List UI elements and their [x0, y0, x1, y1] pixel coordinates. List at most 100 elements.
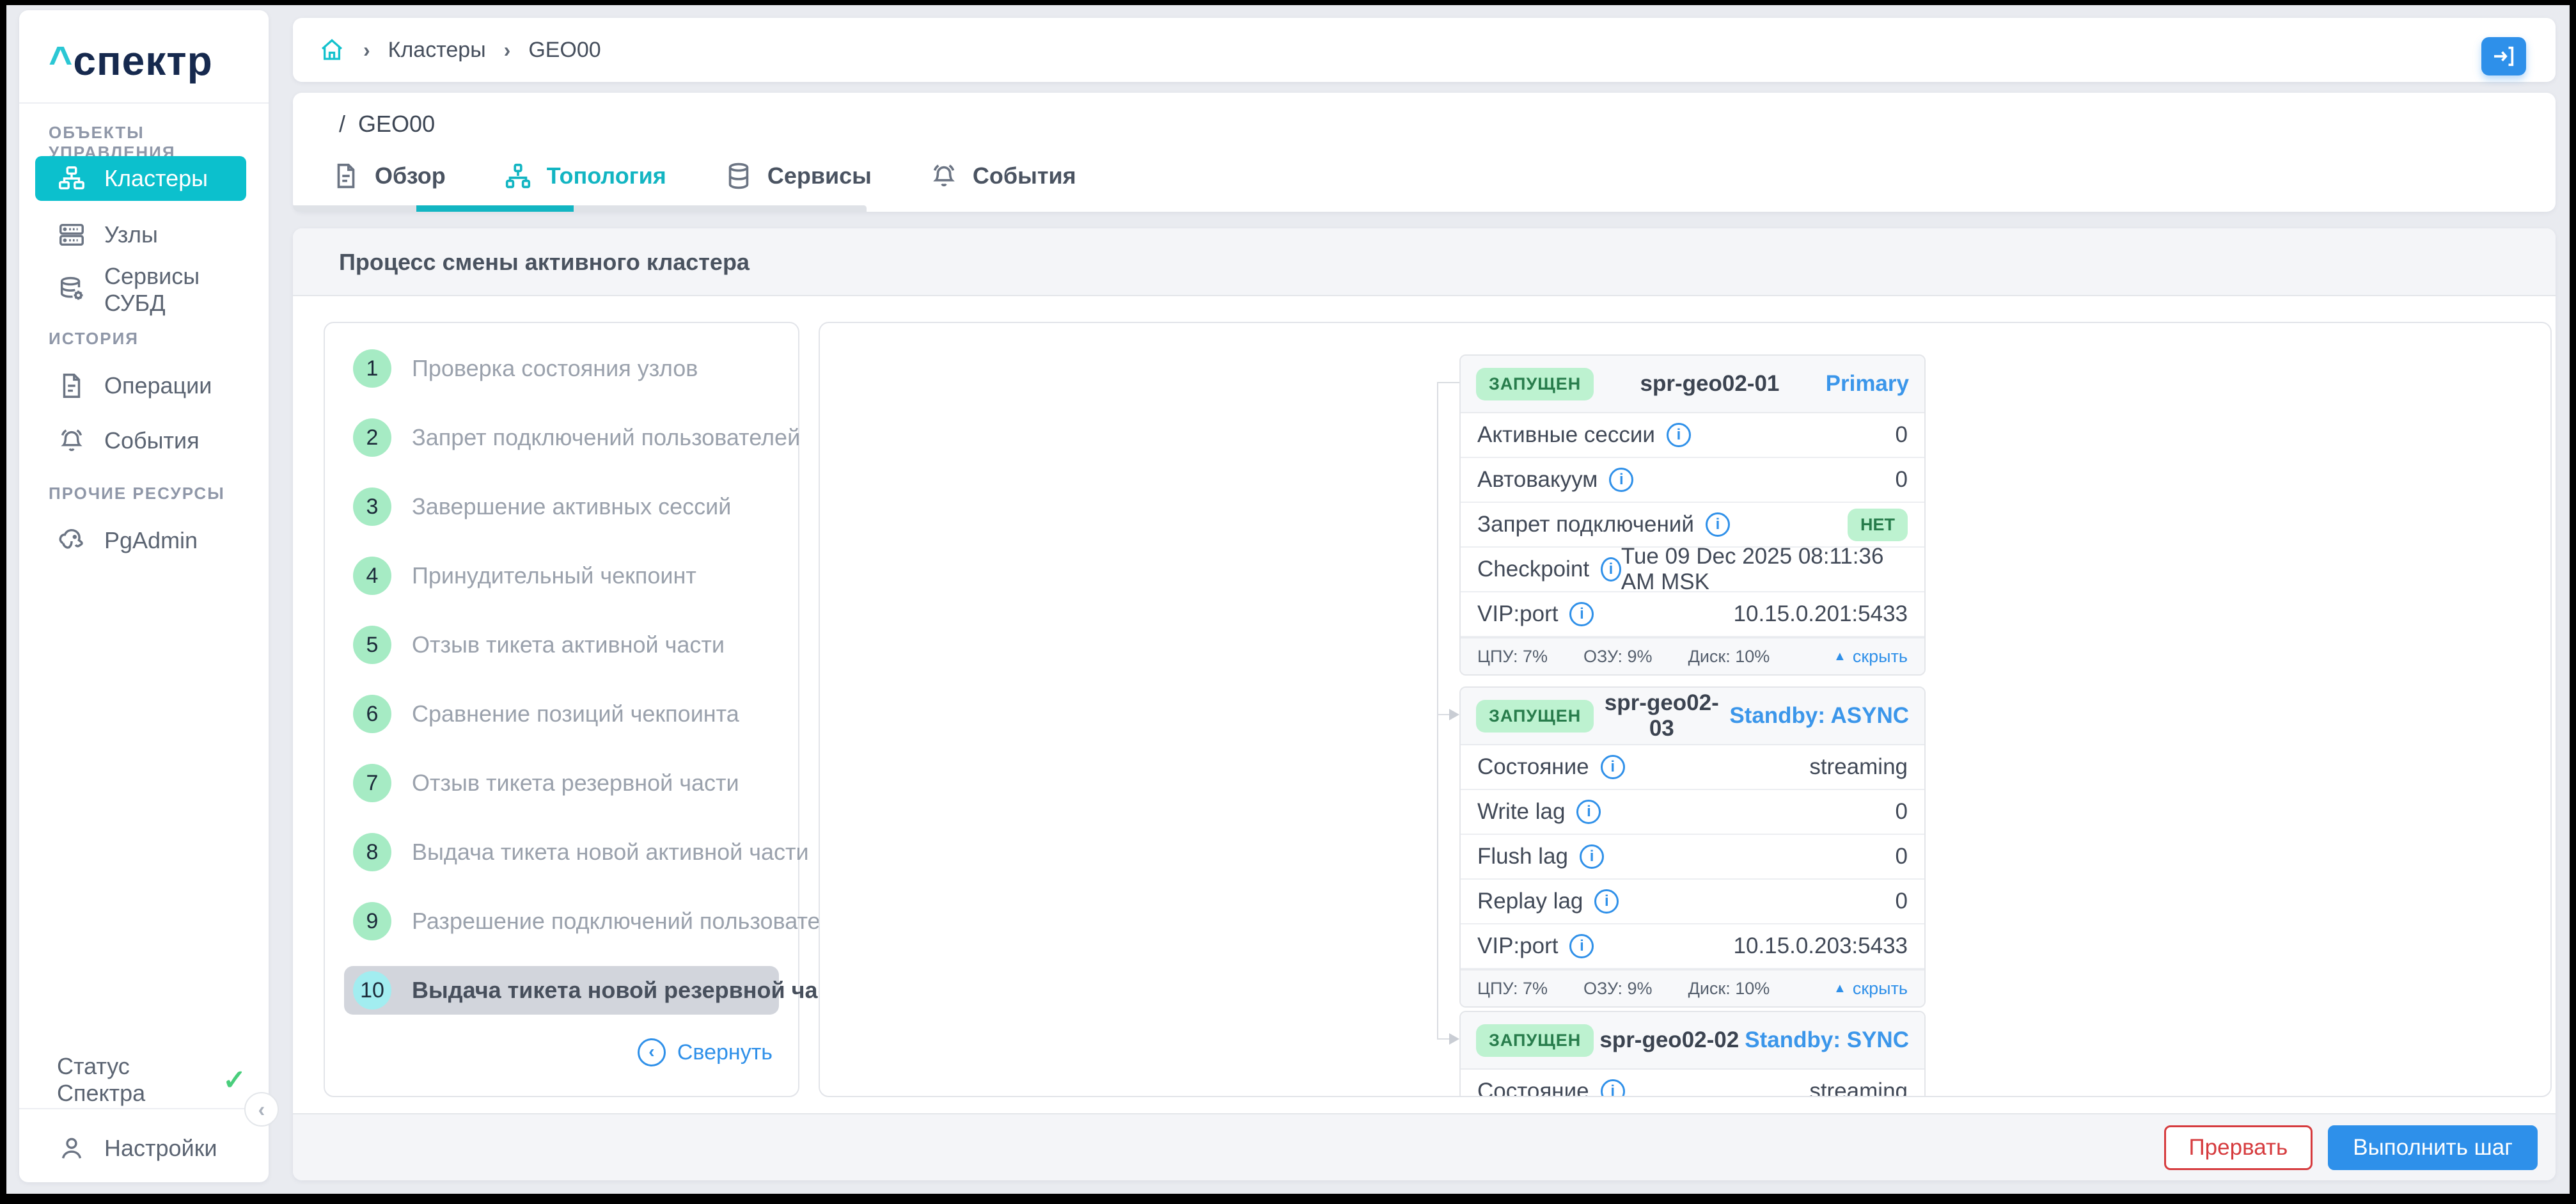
metric-row: Write lag i 0	[1461, 790, 1924, 835]
tab-events[interactable]: События	[929, 161, 1076, 191]
chevron-right-icon: ›	[504, 38, 511, 62]
tab-bar: Обзор Топология Сервисы События	[331, 155, 1076, 196]
cpu-stat: ЦПУ: 7%	[1477, 647, 1548, 667]
tab-label: Обзор	[375, 162, 446, 189]
title-cluster-name: GEO00	[358, 111, 435, 137]
node-card-standby-sync: ЗАПУЩЕН spr-geo02-02 Standby: SYNC Состо…	[1459, 1011, 1926, 1097]
step-label: Сравнение позиций чекпоинта	[412, 701, 739, 727]
status-badge: ЗАПУЩЕН	[1476, 700, 1594, 733]
info-icon[interactable]: i	[1667, 423, 1691, 447]
sidebar-item-operations[interactable]: Операции	[35, 363, 246, 408]
metric-value: 0	[1896, 467, 1908, 493]
tab-label: События	[973, 162, 1076, 189]
chevron-right-icon: ›	[363, 38, 370, 62]
tab-topology[interactable]: Топология	[503, 161, 666, 191]
node-name: spr-geo02-01	[1594, 371, 1825, 397]
page-title: / GEO00	[339, 111, 435, 138]
hide-details-link[interactable]: ▲скрыть	[1834, 979, 1908, 999]
sidebar-item-nodes[interactable]: Узлы	[35, 212, 246, 257]
info-icon[interactable]: i	[1601, 1079, 1625, 1097]
abort-button[interactable]: Прервать	[2164, 1125, 2313, 1170]
metric-label: Write lag	[1477, 799, 1565, 825]
step-number: 3	[353, 487, 391, 526]
status-badge: ЗАПУЩЕН	[1476, 368, 1594, 400]
document-icon	[57, 371, 86, 400]
info-icon[interactable]: i	[1569, 934, 1594, 958]
sidebar-item-db-services[interactable]: Сервисы СУБД	[35, 267, 246, 312]
database-gear-icon	[57, 275, 86, 305]
info-icon[interactable]: i	[1580, 844, 1604, 869]
collapse-label: Свернуть	[677, 1040, 773, 1065]
sidebar-item-pgadmin[interactable]: PgAdmin	[35, 518, 246, 563]
login-button[interactable]	[2481, 37, 2526, 75]
sidebar-section-other: ПРОЧИЕ РЕСУРСЫ	[49, 484, 225, 503]
info-icon[interactable]: i	[1569, 602, 1594, 626]
node-footer: ЦПУ: 7% ОЗУ: 9% Диск: 10% ▲скрыть	[1461, 637, 1924, 674]
sidebar-item-clusters[interactable]: Кластеры	[35, 156, 246, 201]
server-icon	[57, 220, 86, 250]
node-role-link[interactable]: Standby: SYNC	[1745, 1027, 1909, 1053]
cluster-header-card: / GEO00 Обзор Топология Сервисы	[293, 93, 2556, 212]
process-step-9: 9Разрешение подключений пользователей	[344, 897, 779, 946]
execute-step-button[interactable]: Выполнить шаг	[2328, 1125, 2538, 1170]
node-role-link[interactable]: Primary	[1826, 371, 1909, 397]
sidebar-item-settings[interactable]: Настройки	[35, 1126, 246, 1171]
breadcrumb-clusters[interactable]: Кластеры	[388, 38, 486, 63]
tab-overview[interactable]: Обзор	[331, 161, 446, 191]
disk-stat: Диск: 10%	[1688, 647, 1770, 667]
info-icon[interactable]: i	[1706, 512, 1730, 537]
triangle-up-icon: ▲	[1834, 649, 1846, 664]
metric-row: Состояниеistreaming	[1461, 1070, 1924, 1097]
step-label: Запрет подключений пользователей	[412, 424, 800, 451]
info-icon[interactable]: i	[1601, 557, 1621, 582]
screen: ^спектр ОБЪЕКТЫ УПРАВЛЕНИЯ Кластеры Узлы…	[0, 0, 2576, 1204]
metric-label: Запрет подключений	[1477, 512, 1694, 537]
sidebar: ^спектр ОБЪЕКТЫ УПРАВЛЕНИЯ Кластеры Узлы…	[19, 10, 269, 1182]
process-steps-panel: 1Проверка состояния узлов 2Запрет подклю…	[324, 322, 799, 1097]
sidebar-divider	[19, 102, 269, 104]
logo-text: спектр	[73, 38, 212, 84]
tab-label: Сервисы	[767, 162, 872, 189]
step-number: 8	[353, 833, 391, 871]
process-step-5: 5Отзыв тикета активной части	[344, 621, 779, 669]
logo-caret-icon: ^	[49, 38, 73, 84]
info-icon[interactable]: i	[1601, 755, 1625, 779]
elephant-icon	[57, 526, 86, 555]
hide-details-link[interactable]: ▲скрыть	[1834, 647, 1908, 667]
action-footer: Прервать Выполнить шаг	[293, 1113, 2556, 1180]
node-name: spr-geo02-03	[1594, 690, 1729, 741]
step-number: 4	[353, 557, 391, 595]
tab-services[interactable]: Сервисы	[724, 161, 872, 191]
step-label: Завершение активных сессий	[412, 493, 731, 520]
document-icon	[331, 161, 361, 191]
node-role-link[interactable]: Standby: ASYNC	[1729, 703, 1909, 729]
title-slash: /	[339, 111, 345, 137]
metric-value: streaming	[1809, 1079, 1908, 1097]
tab-label: Топология	[547, 162, 666, 189]
sidebar-item-events[interactable]: События	[35, 418, 246, 463]
collapse-steps-link[interactable]: ‹ Свернуть	[638, 1038, 773, 1066]
metric-value: 0	[1896, 844, 1908, 869]
sidebar-item-label: PgAdmin	[104, 527, 198, 554]
metric-value-badge: НЕТ	[1848, 509, 1908, 541]
info-icon[interactable]: i	[1609, 468, 1633, 492]
sidebar-collapse-button[interactable]: ‹	[244, 1092, 279, 1127]
step-number: 5	[353, 626, 391, 664]
info-icon[interactable]: i	[1594, 889, 1619, 914]
metric-value: 0	[1896, 799, 1908, 825]
process-step-3: 3 Завершение активных сессий	[344, 482, 779, 531]
info-icon[interactable]: i	[1576, 800, 1601, 824]
metric-label: Состояние	[1477, 754, 1589, 780]
arrow-right-icon	[1449, 709, 1459, 720]
bell-icon	[929, 161, 959, 191]
topology-connector-vertical	[1437, 382, 1438, 1040]
status-label: Статус Спектра	[57, 1053, 206, 1107]
node-header: ЗАПУЩЕН spr-geo02-01 Primary	[1461, 356, 1924, 413]
tab-underline	[293, 205, 867, 212]
bell-icon	[57, 426, 86, 455]
active-tab-indicator	[416, 205, 574, 212]
status-badge: ЗАПУЩЕН	[1476, 1024, 1594, 1057]
breadcrumb: › Кластеры › GEO00	[318, 18, 601, 82]
home-icon[interactable]	[318, 36, 345, 63]
step-label: Выдача тикета новой резервной части	[412, 977, 856, 1004]
